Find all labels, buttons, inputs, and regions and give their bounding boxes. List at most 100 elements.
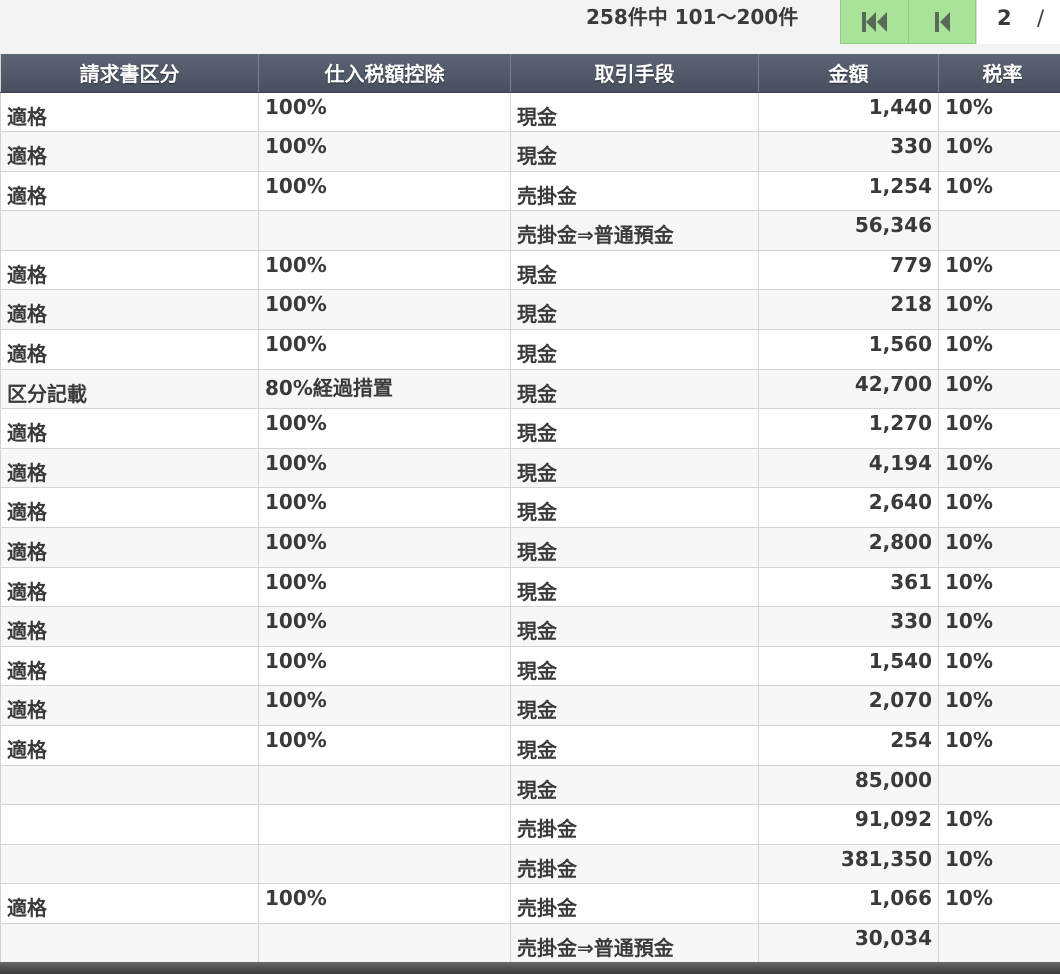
tax-rate-cell [938,210,1060,251]
tax-rate-cell: 10% [938,171,1060,212]
table-row[interactable]: 適格 100% 現金 2,070 10% [0,685,1060,726]
payment-method-cell: 売掛金 [510,171,759,212]
tax-rate-cell: 10% [938,448,1060,489]
payment-method-cell: 現金 [510,685,759,726]
invoice-type-cell: 適格 [0,725,259,766]
page-number-input[interactable]: 2 / [976,0,1060,44]
invoice-type-cell [0,210,259,251]
amount-cell: 4,194 [758,448,939,489]
column-header-payment-method[interactable]: 取引手段 [510,54,759,93]
table-row[interactable]: 区分記載 80%経過措置 現金 42,700 10% [0,369,1060,410]
page-separator: / [1037,6,1045,30]
tax-deduction-cell: 100% [258,250,511,291]
tax-deduction-cell: 100% [258,883,511,924]
tax-rate-cell: 10% [938,487,1060,529]
tax-rate-cell: 10% [938,527,1060,568]
tax-deduction-cell [258,923,511,964]
table-row[interactable]: 適格 100% 売掛金 1,066 10% [0,883,1060,924]
table-row[interactable]: 売掛金 381,350 10% [0,844,1060,885]
table-row[interactable]: 売掛金 91,092 10% [0,804,1060,845]
invoice-type-cell: 適格 [0,131,259,172]
payment-method-cell: 現金 [510,250,759,291]
column-header-invoice-type[interactable]: 請求書区分 [0,54,259,93]
tax-rate-cell: 10% [938,250,1060,291]
column-header-amount[interactable]: 金額 [758,54,939,93]
amount-cell: 1,440 [758,92,939,133]
tax-deduction-cell [258,210,511,251]
amount-cell: 1,270 [758,408,939,449]
tax-deduction-cell: 100% [258,131,511,172]
previous-page-button[interactable] [908,0,975,44]
payment-method-cell: 現金 [510,527,759,568]
current-page-number: 2 [997,6,1012,30]
table-row[interactable]: 適格 100% 現金 254 10% [0,725,1060,766]
amount-cell: 85,000 [758,765,939,806]
invoice-type-cell: 適格 [0,250,259,291]
table-row[interactable]: 適格 100% 現金 2,800 10% [0,527,1060,568]
amount-cell: 2,800 [758,527,939,568]
table-row[interactable]: 適格 100% 現金 1,270 10% [0,408,1060,449]
pagination-bar: 258件中 101〜200件 2 / [0,0,1060,54]
tax-deduction-cell: 100% [258,606,511,647]
table-row[interactable]: 適格 100% 現金 330 10% [0,131,1060,172]
table-row[interactable]: 適格 100% 現金 361 10% [0,567,1060,608]
payment-method-cell: 現金 [510,487,759,529]
invoice-type-cell: 適格 [0,92,259,133]
tax-rate-cell [938,765,1060,806]
record-count-label: 258件中 101〜200件 [586,5,799,29]
table-row[interactable]: 適格 100% 現金 1,540 10% [0,646,1060,687]
transactions-table: 請求書区分 仕入税額控除 取引手段 金額 税率 適格 100% 現金 1,440 10%… [0,54,1060,964]
tax-deduction-cell: 100% [258,408,511,449]
table-row[interactable]: 適格 100% 現金 779 10% [0,250,1060,291]
tax-deduction-cell: 80%経過措置 [258,369,511,410]
amount-cell: 779 [758,250,939,291]
table-row[interactable]: 売掛金⇒普通預金 30,034 [0,923,1060,964]
tax-deduction-cell: 100% [258,685,511,726]
payment-method-cell: 現金 [510,606,759,647]
payment-method-cell: 売掛金 [510,844,759,885]
column-header-tax-rate[interactable]: 税率 [938,54,1060,93]
amount-cell: 2,070 [758,685,939,726]
payment-method-cell: 現金 [510,646,759,687]
amount-cell: 330 [758,131,939,172]
table-row[interactable]: 適格 100% 現金 4,194 10% [0,448,1060,489]
table-row[interactable]: 現金 85,000 [0,765,1060,806]
table-row[interactable]: 適格 100% 現金 1,440 10% [0,92,1060,133]
amount-cell: 1,254 [758,171,939,212]
table-row[interactable]: 適格 100% 売掛金 1,254 10% [0,171,1060,212]
tax-rate-cell: 10% [938,408,1060,449]
first-page-button[interactable] [841,0,908,44]
bottom-scrollbar[interactable] [0,962,1060,974]
payment-method-cell: 売掛金⇒普通預金 [510,923,759,964]
tax-rate-cell: 10% [938,329,1060,370]
tax-deduction-cell: 100% [258,646,511,687]
amount-cell: 91,092 [758,804,939,845]
tax-rate-cell: 10% [938,685,1060,726]
tax-rate-cell: 10% [938,606,1060,647]
tax-rate-cell: 10% [938,725,1060,766]
invoice-type-cell: 適格 [0,408,259,449]
table-row[interactable]: 適格 100% 現金 2,640 10% [0,487,1060,529]
payment-method-cell: 現金 [510,448,759,489]
table-body: 適格 100% 現金 1,440 10% 適格 100% 現金 330 10% 適格 100% 売掛金 1… [0,92,1060,964]
tax-rate-cell: 10% [938,646,1060,687]
invoice-type-cell [0,844,259,885]
tax-deduction-cell: 100% [258,725,511,766]
table-row[interactable]: 適格 100% 現金 218 10% [0,289,1060,331]
payment-method-cell: 現金 [510,131,759,172]
amount-cell: 1,560 [758,329,939,370]
tax-rate-cell: 10% [938,92,1060,133]
table-row[interactable]: 適格 100% 現金 330 10% [0,606,1060,647]
payment-method-cell: 売掛金 [510,883,759,924]
tax-deduction-cell [258,804,511,845]
invoice-type-cell: 適格 [0,527,259,568]
tax-deduction-cell: 100% [258,329,511,370]
table-row[interactable]: 売掛金⇒普通預金 56,346 [0,210,1060,251]
tax-deduction-cell: 100% [258,289,511,331]
tax-deduction-cell [258,765,511,806]
column-header-tax-deduction[interactable]: 仕入税額控除 [258,54,511,93]
table-row[interactable]: 適格 100% 現金 1,560 10% [0,329,1060,370]
amount-cell: 381,350 [758,844,939,885]
invoice-type-cell [0,923,259,964]
tax-rate-cell [938,923,1060,964]
